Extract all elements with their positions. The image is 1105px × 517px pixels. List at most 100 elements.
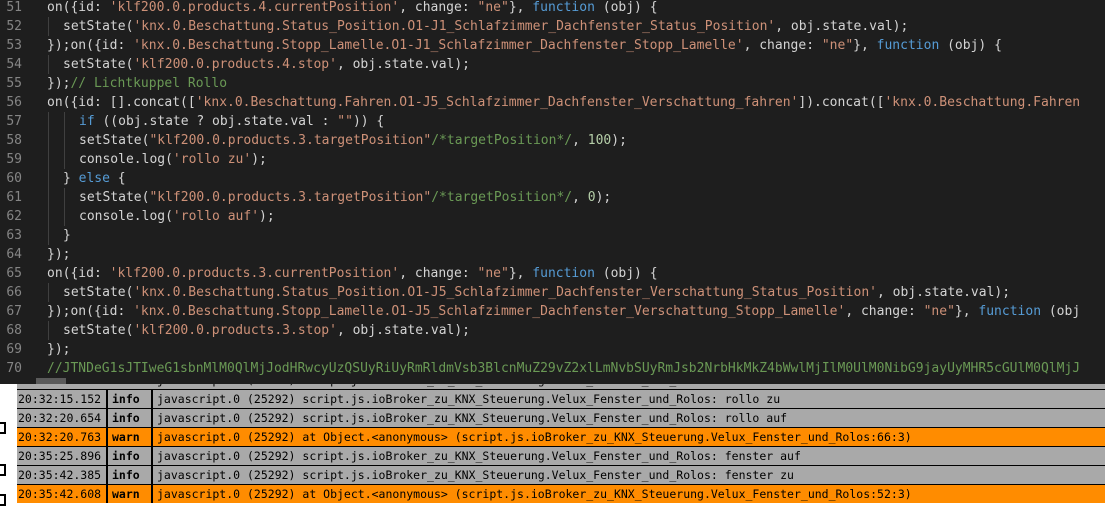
code-token: function [876, 38, 940, 53]
line-number: 65 [6, 266, 22, 281]
column-separator [106, 409, 108, 427]
line-number: 63 [6, 228, 22, 243]
log-row[interactable]: 20:32:20.654 info javascript.0 (25292) scr… [17, 409, 1105, 427]
row-divider [17, 446, 1105, 447]
indent-guide [48, 283, 49, 302]
code-token: , obj.state.val); [336, 57, 471, 72]
line-number: 69 [6, 342, 22, 357]
log-cell-msg: javascript.0 (25292) at Object.<anonymou… [157, 430, 912, 444]
code-token: setState( [63, 57, 134, 72]
line-number: 66 [6, 285, 22, 300]
code-token: });on({id: [47, 38, 134, 53]
indent-guide [48, 188, 49, 207]
code-token: , [572, 190, 588, 205]
code-line[interactable]: 55});// Lichtkuppel Rollo [0, 74, 1105, 93]
line-number: 57 [6, 114, 22, 129]
indent-guide [64, 112, 65, 131]
row-divider [17, 408, 1105, 409]
code-token: setState( [63, 285, 134, 300]
line-number: 52 [6, 19, 22, 34]
code-line[interactable]: 62 console.log('rollo auf'); [0, 207, 1105, 226]
code-line[interactable]: 61 setState("klf200.0.products.3.targetPo… [0, 188, 1105, 207]
log-row[interactable]: 20:35:25.896 info javascript.0 (25292) scr… [17, 447, 1105, 465]
code-token: else [78, 171, 110, 186]
code-token: }, [508, 266, 533, 281]
log-cell-level: info [112, 468, 140, 482]
indent-guide [48, 226, 49, 245]
code-line[interactable]: 67 });on({id: 'knx.0.Beschattung.Stopp_La… [0, 302, 1105, 321]
column-separator [151, 409, 153, 427]
code-line[interactable]: 52 setState('knx.0.Beschattung.Status_Pos… [0, 17, 1105, 36]
code-token: "ne" [477, 266, 509, 281]
code-line[interactable]: 51 on({id: 'klf200.0.products.4.currentPo… [0, 0, 1105, 17]
log-row[interactable]: 20:35:42.385 info javascript.0 (25292) scr… [17, 466, 1105, 484]
code-line[interactable]: 60} else { [0, 169, 1105, 188]
code-token: , obj.state.val); [336, 323, 471, 338]
code-token: , change: [743, 38, 822, 53]
code-line[interactable]: 68 setState('klf200.0.products.3.stop', o… [0, 321, 1105, 340]
code-token: function [978, 304, 1042, 319]
code-token: 'knx.0.Beschattung.Fahren [884, 95, 1081, 110]
code-line[interactable]: 64}); [0, 245, 1105, 264]
log-cell-msg: javascript.0 (25292) script.js.ioBroker_… [157, 468, 794, 482]
code-line[interactable]: 65 on({id: 'klf200.0.products.3.currentPo… [0, 264, 1105, 283]
code-token: 'knx.0.Beschattung.Status_Position.O1-J1… [133, 19, 776, 34]
code-token: on({id: [].concat([ [47, 95, 196, 110]
log-row[interactable]: 20:35:42.608 warn javascript.0 (25292) at … [17, 485, 1105, 503]
code-text: });on({id: 'knx.0.Beschattung.Stopp_Lame… [47, 302, 1080, 321]
code-token: /*targetPosition*/ [431, 190, 573, 205]
code-text: setState("klf200.0.products.3.targetPosi… [79, 131, 627, 150]
indent-guide [64, 150, 65, 169]
code-text: setState('klf200.0.products.4.stop', obj… [63, 55, 470, 74]
column-separator [106, 390, 108, 408]
code-token: setState( [63, 19, 134, 34]
code-token: console.log( [79, 209, 173, 224]
code-line[interactable]: 53});on({id: 'knx.0.Beschattung.Stopp_La… [0, 36, 1105, 55]
code-text: //JTNDeG1sJTIweG1sbnMlM0QlMjJodHRwcyUzQS… [47, 359, 1080, 378]
code-token: on({id: [47, 0, 110, 15]
code-token: }, [954, 304, 979, 319]
code-editor[interactable]: 51 on({id: 'klf200.0.products.4.currentPo… [0, 0, 1105, 380]
indent-guide [48, 169, 49, 188]
code-token: ); [611, 133, 627, 148]
indent-guide [48, 112, 49, 131]
code-text: });// Lichtkuppel Rollo [47, 74, 227, 93]
log-cell-level: info [112, 449, 140, 463]
indent-guide [48, 131, 49, 150]
code-line[interactable]: 66 setState('knx.0.Beschattung.Status_Pos… [0, 283, 1105, 302]
code-token: } [63, 228, 71, 243]
code-token: 'knx.0.Beschattung.Stopp_Lamelle.O1-J5_S… [133, 304, 846, 319]
code-text: on({id: [].concat([ 'knx.0.Beschattung.Fa… [47, 93, 1080, 112]
line-number: 67 [6, 304, 22, 319]
code-text: }); [47, 245, 70, 264]
code-token: 'knx.0.Beschattung.Status_Position.O1-J5… [133, 285, 877, 300]
indent-guide [64, 188, 65, 207]
log-cell-level: info [112, 392, 140, 406]
column-separator [151, 485, 153, 503]
code-line[interactable]: 59 console.log('rollo zu'); [0, 150, 1105, 169]
code-line[interactable]: 57 if ((obj.state ? obj.state.val : "")) … [0, 112, 1105, 131]
line-number: 53 [6, 38, 22, 53]
line-number: 56 [6, 95, 22, 110]
code-line[interactable]: 69}); [0, 340, 1105, 359]
code-token: ); [251, 152, 267, 167]
code-token: 'klf200.0.products.3.stop' [133, 323, 337, 338]
bracket-icon [0, 422, 6, 434]
code-token: // Lichtkuppel Rollo [70, 76, 228, 91]
column-separator [151, 390, 153, 408]
log-row[interactable]: 20:32:15.152 info javascript.0 (25292) scr… [17, 390, 1105, 408]
code-line[interactable]: 54 setState('klf200.0.products.4.stop', o… [0, 55, 1105, 74]
code-text: setState('klf200.0.products.3.stop', obj… [63, 321, 470, 340]
code-line[interactable]: 56 on({id: [].concat([ 'knx.0.Beschattung.… [0, 93, 1105, 112]
log-row[interactable]: 20:32:20.763 warn javascript.0 (25292) at … [17, 428, 1105, 446]
log-cell-time: 20:35:25.896 [18, 449, 102, 463]
code-line[interactable]: 63} [0, 226, 1105, 245]
code-token: , obj.state.val); [775, 19, 909, 34]
log-gutter [0, 384, 15, 517]
log-cell-msg: javascript.0 (25292) script.js.ioBroker_… [157, 411, 788, 425]
code-line[interactable]: 58 setState("klf200.0.products.3.targetPo… [0, 131, 1105, 150]
code-text: on({id: 'klf200.0.products.3.currentPosi… [47, 264, 658, 283]
code-token: (obj) { [594, 266, 658, 281]
code-line[interactable]: 70 //JTNDeG1sJTIweG1sbnMlM0QlMjJodHRwcyUz… [0, 359, 1105, 378]
log-cell-level: info [112, 411, 140, 425]
